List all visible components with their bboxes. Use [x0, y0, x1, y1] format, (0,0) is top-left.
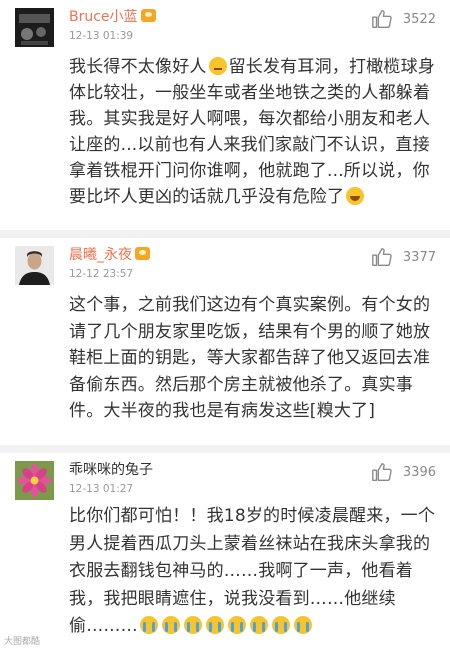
username-text[interactable]: 晨曦_永夜 [69, 247, 132, 263]
crying-emoji-icon [161, 616, 180, 634]
comment-text: 这个事，之前我们这边有个真实案例。有个女的请了几个朋友家里吃饭，结果有个男的顺了… [69, 295, 431, 421]
thumbs-up-icon [372, 10, 392, 28]
comment-text-part: 比你们都可怕！！我18岁的时候凌晨醒来，一个男人提着西瓜刀头上蒙着丝袜站在我床头… [69, 506, 436, 636]
like-count: 3396 [402, 464, 436, 480]
comment-card: Bruce小蓝 12-13 01:39 3522 我长得不太像好人 留长发有耳洞，… [0, 0, 450, 230]
like-count: 3522 [402, 11, 436, 27]
username[interactable]: 晨曦_永夜 [69, 244, 150, 264]
crying-emoji-icon [183, 616, 202, 634]
avatar[interactable] [15, 246, 54, 285]
comment-text: 我长得不太像好人 留长发有耳洞，打橄榄球身体比较壮，一般坐车或者坐地铁之类的人都躲… [69, 54, 441, 210]
username-text[interactable]: 乖咪咪的兔子 [69, 462, 153, 478]
crown-badge-icon [135, 247, 150, 260]
thumbs-up-icon [372, 248, 392, 266]
comment-card: 晨曦_永夜 12-12 23:57 3377 这个事，之前我们这边有个真实案例。… [0, 238, 450, 445]
crying-emoji-icon [271, 616, 290, 634]
username[interactable]: Bruce小蓝 [69, 6, 156, 26]
comment-time: 12-13 01:27 [69, 483, 134, 495]
comment-text-part: 留长发有耳洞，打橄榄球身体比较壮，一般坐车或者坐地铁之类的人都躲着我。其实我是好… [69, 57, 436, 207]
thumbs-up-icon [372, 463, 392, 481]
crying-emoji-icon [249, 616, 268, 634]
comment-time: 12-12 23:57 [69, 268, 134, 280]
comment-time: 12-13 01:39 [69, 30, 134, 42]
like-button[interactable]: 3522 [371, 8, 436, 30]
avatar[interactable] [15, 461, 54, 500]
laughing-emoji-icon [346, 187, 365, 205]
like-button[interactable]: 3377 [371, 246, 436, 268]
crown-badge-icon [140, 9, 156, 22]
like-count: 3377 [402, 249, 436, 265]
watermark: 大图都酷 [4, 637, 41, 647]
username-text[interactable]: Bruce小蓝 [69, 9, 138, 25]
thinking-emoji-icon [208, 57, 227, 75]
username[interactable]: 乖咪咪的兔子 [69, 459, 153, 479]
comment-card: 乖咪咪的兔子 12-13 01:27 3396 比你们都可怕！！我18岁的时候凌… [0, 453, 450, 651]
crying-emoji-icon [139, 616, 158, 634]
avatar[interactable] [15, 8, 54, 47]
crying-emoji-icon [293, 616, 312, 634]
comment-text-part: 我长得不太像好人 [69, 57, 207, 77]
crying-emoji-icon [205, 616, 224, 634]
crying-emoji-icon [227, 616, 246, 634]
like-button[interactable]: 3396 [371, 461, 436, 483]
comment-text: 比你们都可怕！！我18岁的时候凌晨醒来，一个男人提着西瓜刀头上蒙着丝袜站在我床头… [69, 503, 441, 641]
